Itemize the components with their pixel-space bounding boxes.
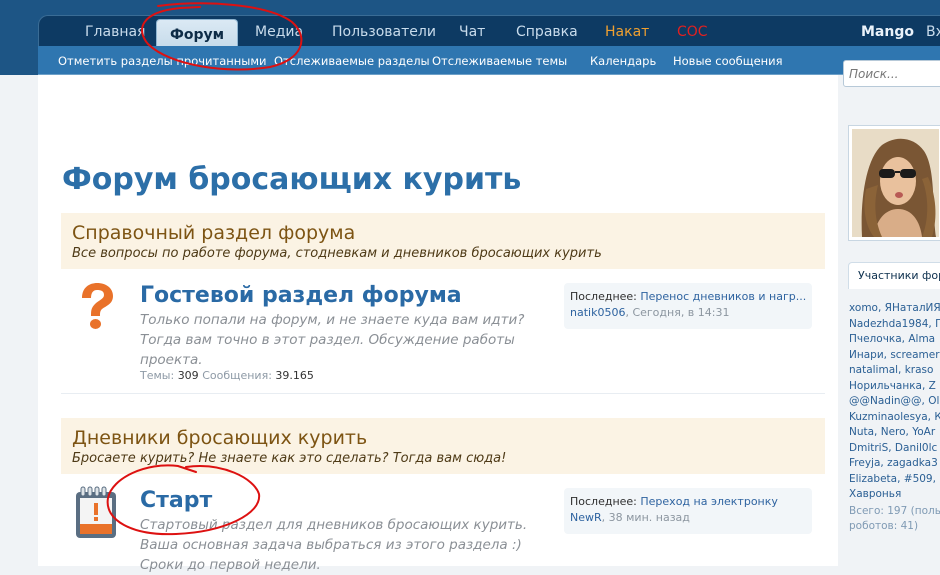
threads-count: 309: [177, 369, 199, 382]
login-link[interactable]: Вх: [926, 24, 940, 40]
category-title[interactable]: Справочный раздел форума: [72, 222, 355, 244]
category-description: Бросаете курить? Не знаете как это сдела…: [72, 451, 507, 466]
calendar-link[interactable]: Календарь: [590, 54, 656, 68]
avatar[interactable]: [848, 125, 940, 241]
node-title[interactable]: Гостевой раздел форума: [140, 283, 462, 308]
member-line[interactable]: Kuzminaolesya, К: [849, 410, 940, 426]
category-title[interactable]: Дневники бросающих курить: [72, 427, 367, 449]
messages-count: 39.165: [275, 369, 314, 382]
members-list: xomo, ЯНаталИЯ Nadezhda1984, Г Пчелочка,…: [848, 289, 940, 534]
member-line[interactable]: DmitriS, Danil0lc: [849, 441, 940, 457]
tab-nakat[interactable]: Накат: [605, 24, 649, 40]
member-line[interactable]: xomo, ЯНаталИЯ: [849, 301, 940, 317]
user-menu[interactable]: Mango: [861, 24, 914, 40]
member-line[interactable]: @@Nadin@@, Ola: [849, 394, 940, 410]
node-title[interactable]: Старт: [140, 488, 212, 513]
last-post-link[interactable]: Переход на электронку: [640, 495, 778, 508]
search-box[interactable]: [843, 60, 940, 87]
member-line[interactable]: Норильчанка, Z: [849, 379, 940, 395]
last-post-user[interactable]: NewR: [570, 511, 602, 524]
member-line[interactable]: Хавронья: [849, 487, 940, 503]
member-line[interactable]: Freyja, zagadka3: [849, 456, 940, 472]
member-line[interactable]: Nuta, Nero, YoAr: [849, 425, 940, 441]
notepad-alert-icon: [74, 486, 118, 544]
tab-forum[interactable]: Форум: [156, 19, 239, 48]
member-line[interactable]: natalimal, kraso: [849, 363, 940, 379]
members-online-title: Участники фор: [848, 262, 940, 289]
sub-nav: Отметить разделы прочитанными Отслеживае…: [38, 46, 940, 75]
last-post-user[interactable]: natik0506: [570, 306, 625, 319]
last-post-link[interactable]: Перенос дневников и нагр...: [640, 290, 806, 303]
member-line[interactable]: Инари, screamer: [849, 348, 940, 364]
mark-read-link[interactable]: Отметить разделы прочитанными: [58, 54, 267, 68]
tab-users[interactable]: Пользователи: [332, 24, 436, 40]
online-members-block: Участники фор xomo, ЯНаталИЯ Nadezhda198…: [848, 262, 940, 552]
tab-home[interactable]: Главная: [85, 24, 145, 40]
member-line[interactable]: Elizabeta, #509,: [849, 472, 940, 488]
category-header: Справочный раздел форума Все вопросы по …: [61, 213, 825, 269]
watched-forums-link[interactable]: Отслеживаемые разделы: [274, 54, 430, 68]
tab-sos[interactable]: СОС: [677, 24, 708, 40]
tab-chat[interactable]: Чат: [459, 24, 485, 40]
last-post-time: , 38 мин. назад: [601, 511, 690, 524]
watched-threads-link[interactable]: Отслеживаемые темы: [432, 54, 567, 68]
node-stats: Темы: 309 Сообщения: 39.165: [140, 369, 314, 382]
category-header: Дневники бросающих курить Бросаете курит…: [61, 418, 825, 474]
member-line[interactable]: Nadezhda1984, Г: [849, 317, 940, 333]
main-nav: Главная Форум Медиа Пользователи Чат Спр…: [38, 15, 940, 48]
new-posts-link[interactable]: Новые сообщения: [673, 54, 783, 68]
last-post-time: , Сегодня, в 14:31: [625, 306, 730, 319]
tab-media[interactable]: Медиа: [255, 24, 303, 40]
divider: [61, 393, 825, 394]
tab-help[interactable]: Справка: [516, 24, 578, 40]
last-post-box: Последнее: Перенос дневников и нагр... n…: [564, 283, 812, 329]
last-post-box: Последнее: Переход на электронку NewR, 3…: [564, 488, 812, 534]
member-line[interactable]: Пчелочка, Alma: [849, 332, 940, 348]
node-description: Стартовый раздел для дневников бросающих…: [140, 517, 528, 573]
question-mark-icon: [74, 282, 118, 334]
members-stats: Всего: 197 (полы роботов: 41): [849, 504, 940, 532]
search-input[interactable]: [844, 61, 940, 87]
node-description: Только попали на форум, и не знаете куда…: [140, 312, 525, 368]
page-title: Форум бросающих курить: [62, 162, 522, 197]
category-description: Все вопросы по работе форума, стодневкам…: [72, 246, 602, 261]
